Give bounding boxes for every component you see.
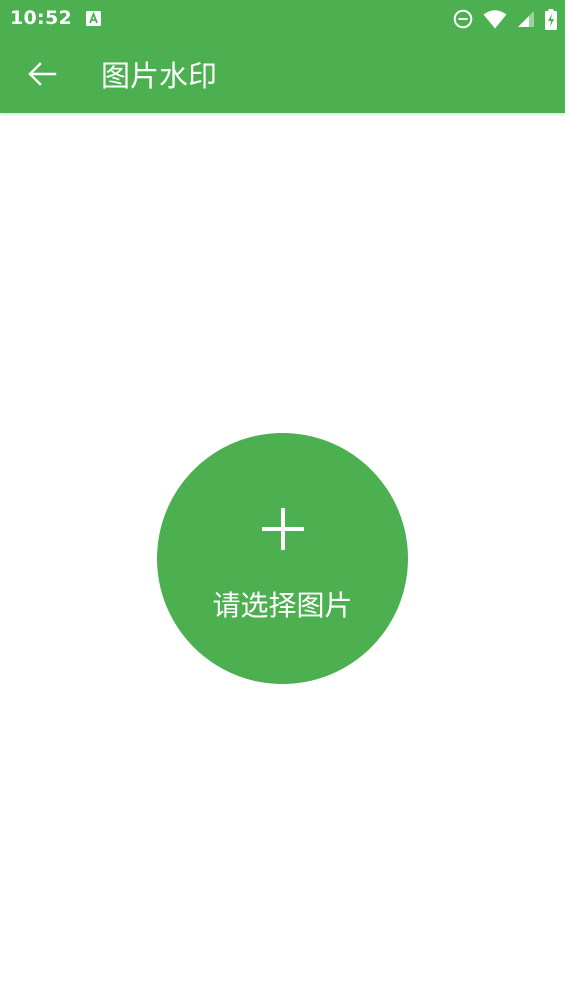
status-icons — [453, 8, 557, 30]
status-time: 10:52 — [10, 7, 72, 29]
back-button[interactable] — [22, 56, 62, 96]
page-title: 图片水印 — [101, 59, 218, 93]
plus-icon — [260, 506, 306, 552]
wifi-icon — [483, 9, 507, 29]
status-bar: 10:52 — [0, 0, 565, 38]
select-image-button[interactable]: 请选择图片 — [157, 433, 408, 684]
cell-signal-icon — [517, 10, 535, 28]
screen: 10:52 图片水印 请选择图片 — [0, 0, 565, 1004]
text-a-notification-icon — [86, 11, 101, 26]
battery-charging-icon — [545, 8, 557, 30]
select-image-label: 请选择图片 — [212, 589, 353, 622]
do-not-disturb-icon — [453, 9, 473, 29]
app-bar: 图片水印 — [0, 38, 565, 113]
arrow-left-icon — [27, 62, 57, 90]
